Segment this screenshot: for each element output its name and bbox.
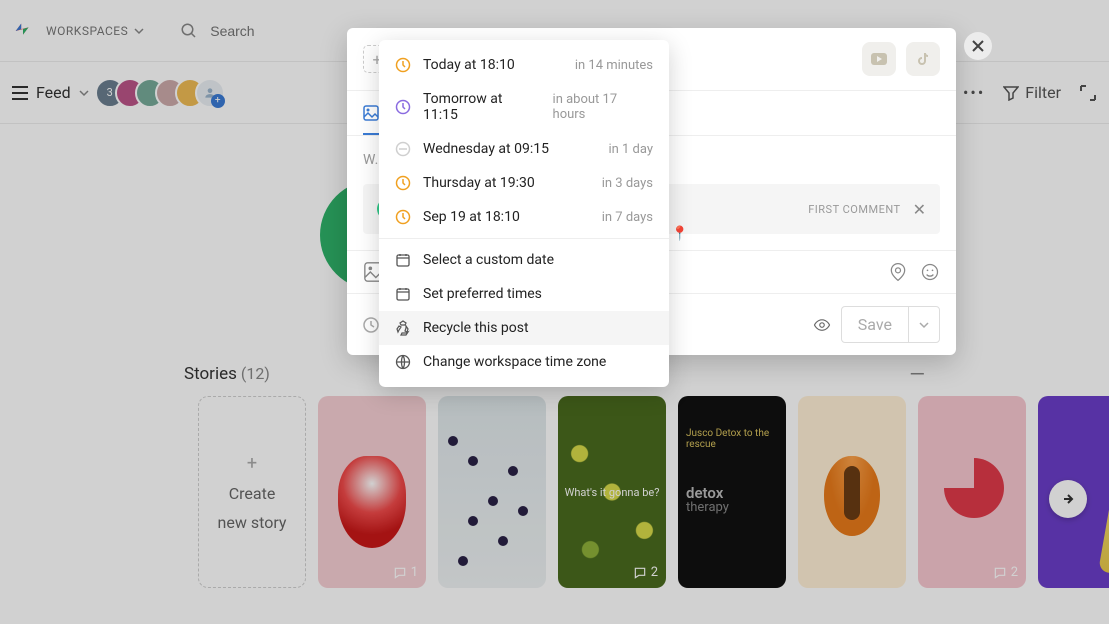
schedule-option[interactable]: Tomorrow at 11:15 in about 17 hours	[379, 82, 669, 132]
calendar-icon	[395, 286, 411, 302]
clock-icon	[395, 57, 411, 73]
recycle-post-option[interactable]: Recycle this post	[379, 311, 669, 345]
schedule-option-rel: in 7 days	[602, 210, 653, 225]
chevron-down-icon	[919, 320, 929, 330]
recycle-icon	[395, 320, 411, 336]
schedule-option[interactable]: Today at 18:10 in 14 minutes	[379, 48, 669, 82]
change-timezone-label: Change workspace time zone	[423, 354, 606, 370]
tiktok-icon	[916, 52, 930, 66]
schedule-option-rel: in about 17 hours	[553, 92, 653, 122]
remove-first-comment-button[interactable]: ✕	[913, 200, 926, 219]
preferred-times-option[interactable]: Set preferred times	[379, 277, 669, 311]
schedule-option[interactable]: Thursday at 19:30 in 3 days	[379, 166, 669, 200]
globe-icon	[395, 354, 411, 370]
dropdown-separator	[379, 238, 669, 239]
location-pin-icon: 📍	[671, 226, 688, 242]
youtube-icon	[871, 53, 887, 65]
schedule-option[interactable]: Sep 19 at 18:10 in 7 days	[379, 200, 669, 234]
schedule-option-label: Sep 19 at 18:10	[423, 209, 520, 225]
clock-icon	[363, 317, 379, 333]
schedule-dropdown: Today at 18:10 in 14 minutes Tomorrow at…	[379, 40, 669, 387]
network-tiktok[interactable]	[906, 42, 940, 76]
close-icon	[972, 40, 984, 52]
custom-date-label: Select a custom date	[423, 252, 554, 268]
save-button[interactable]: Save	[842, 307, 909, 342]
clock-icon	[395, 209, 411, 225]
compose-tab[interactable]	[363, 97, 379, 135]
preview-button[interactable]	[813, 316, 831, 334]
calendar-icon	[395, 252, 411, 268]
emoji-button[interactable]	[920, 262, 940, 282]
clock-icon	[395, 99, 411, 115]
custom-date-option[interactable]: Select a custom date	[379, 243, 669, 277]
change-timezone-option[interactable]: Change workspace time zone	[379, 345, 669, 379]
network-youtube[interactable]	[862, 42, 896, 76]
save-button-group: Save	[841, 306, 940, 343]
clock-icon	[395, 175, 411, 191]
image-icon	[363, 105, 379, 121]
schedule-option-label: Tomorrow at 11:15	[423, 91, 541, 123]
close-modal-button[interactable]	[964, 32, 992, 60]
schedule-option-rel: in 1 day	[608, 142, 653, 157]
schedule-option[interactable]: Wednesday at 09:15 in 1 day	[379, 132, 669, 166]
clock-icon	[395, 141, 411, 157]
schedule-option-rel: in 14 minutes	[575, 58, 653, 73]
schedule-option-label: Wednesday at 09:15	[423, 141, 549, 157]
schedule-option-label: Thursday at 19:30	[423, 175, 535, 191]
recycle-label: Recycle this post	[423, 320, 529, 336]
schedule-option-label: Today at 18:10	[423, 57, 515, 73]
schedule-option-rel: in 3 days	[602, 176, 653, 191]
save-dropdown-button[interactable]	[909, 307, 939, 342]
preferred-times-label: Set preferred times	[423, 286, 542, 302]
location-button[interactable]	[888, 262, 908, 282]
first-comment-title: FIRST COMMENT	[808, 203, 900, 216]
